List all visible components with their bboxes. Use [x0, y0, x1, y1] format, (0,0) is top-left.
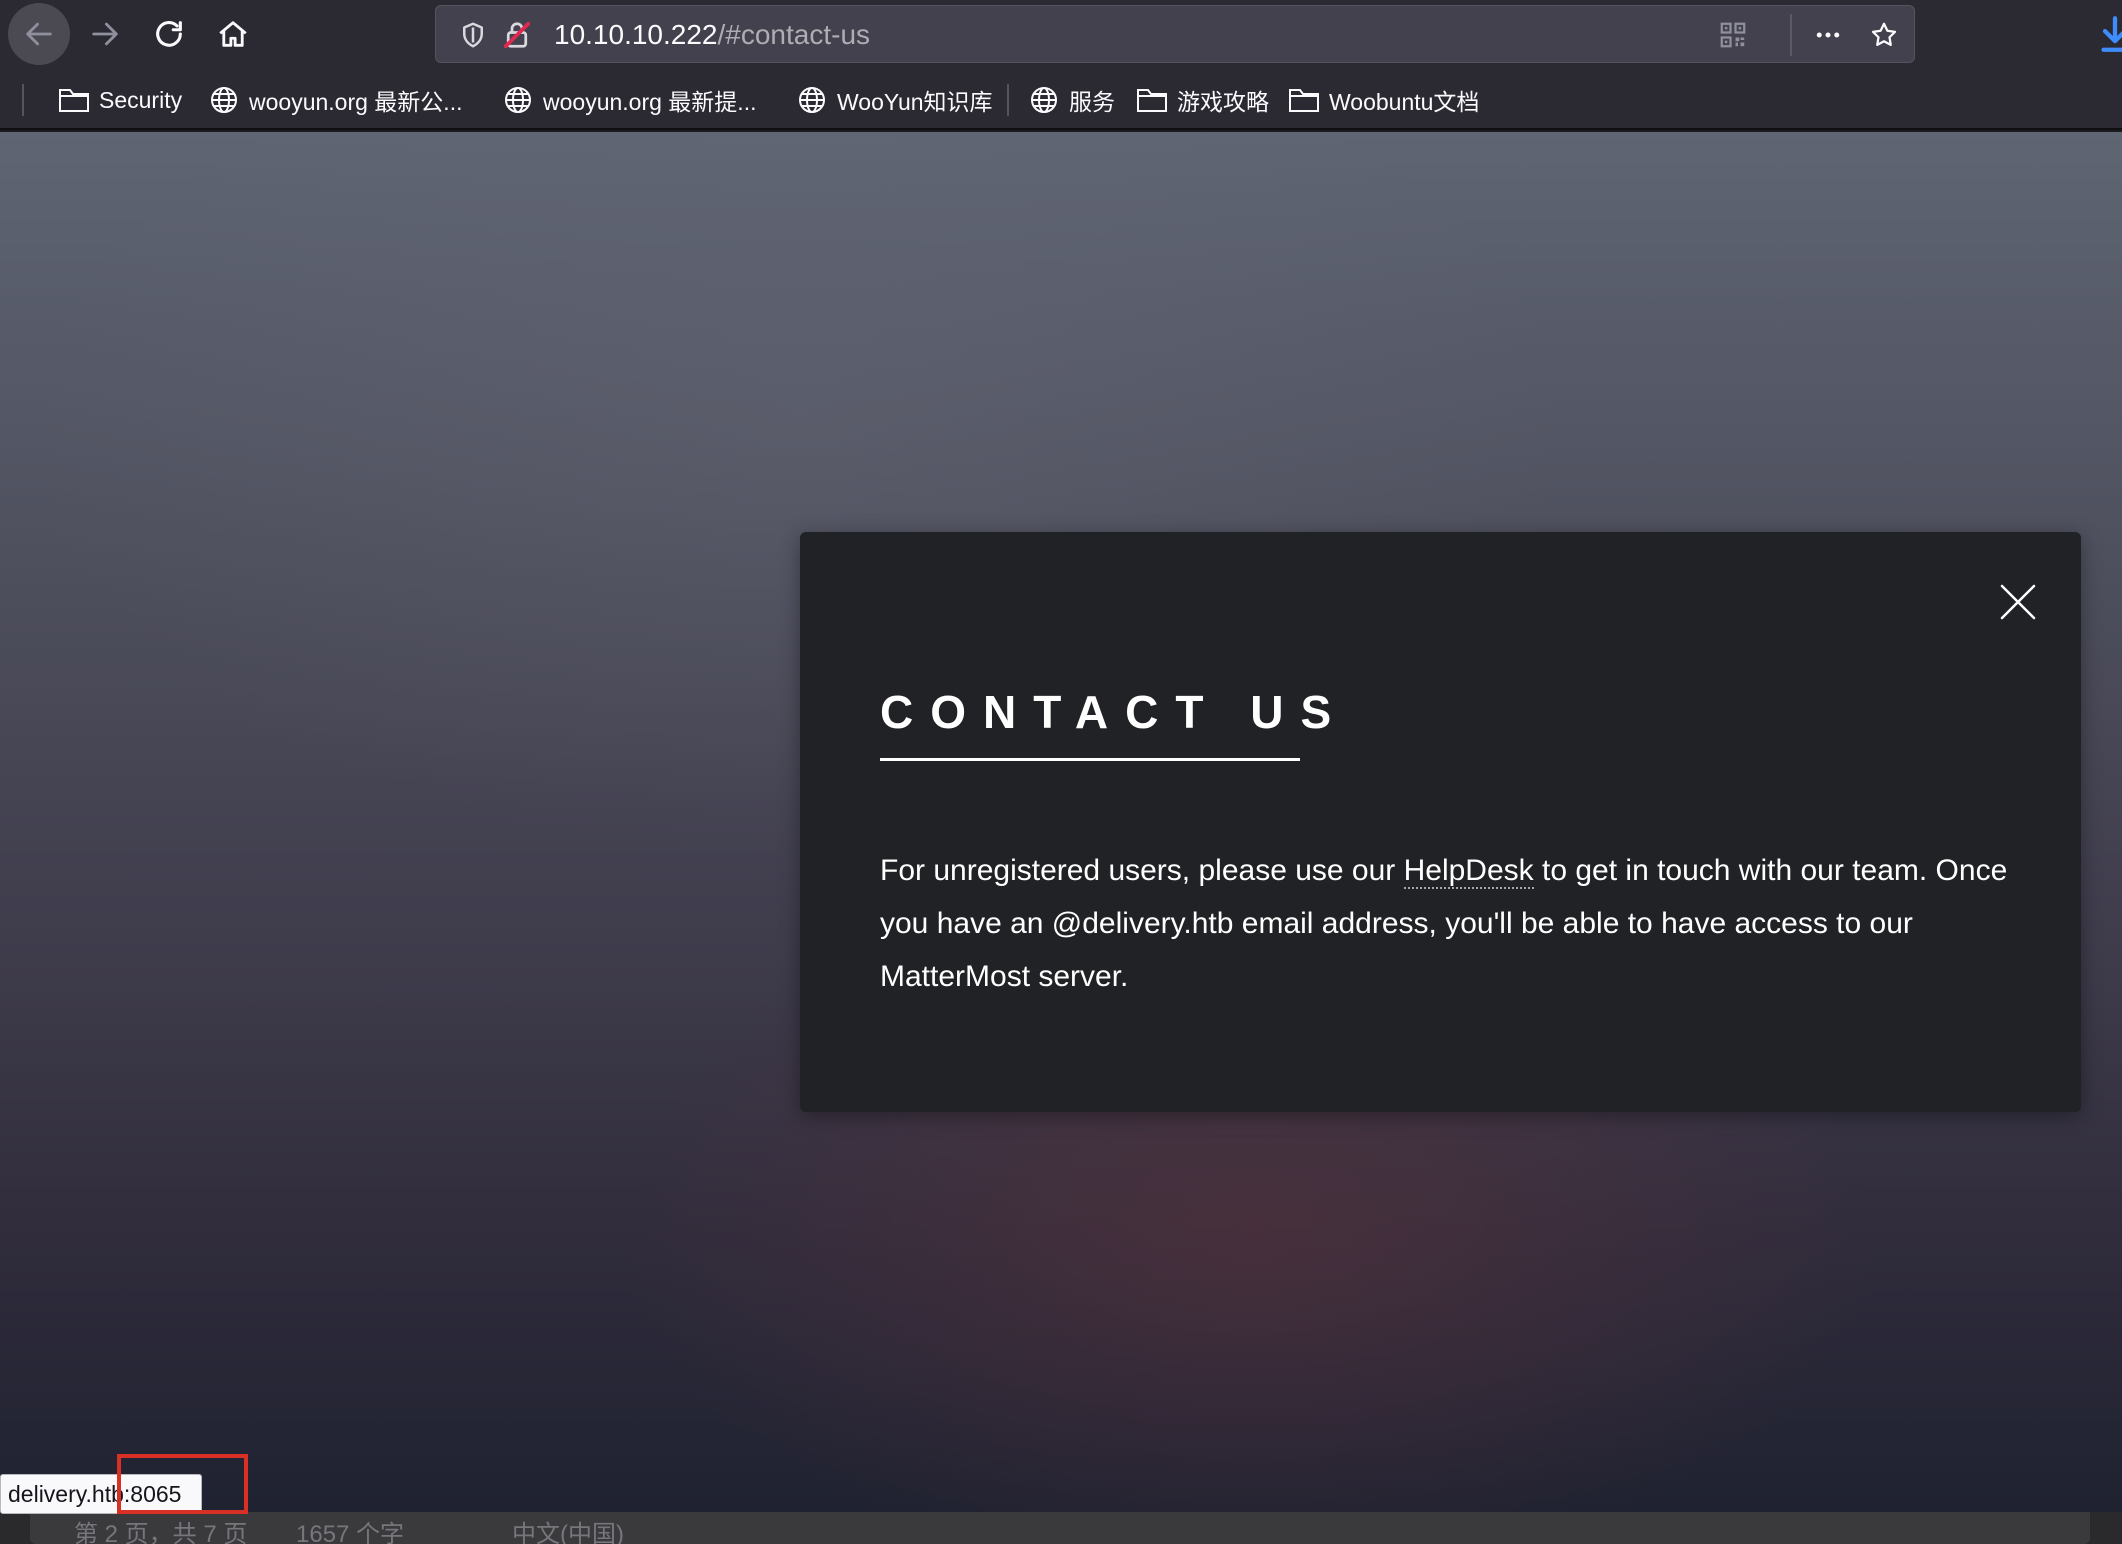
folder-icon	[1289, 89, 1319, 112]
star-icon	[1871, 22, 1897, 46]
back-button[interactable]	[8, 3, 70, 65]
bookmark-services[interactable]: 服务	[1028, 80, 1115, 120]
reload-button[interactable]	[138, 3, 200, 65]
forward-button[interactable]	[74, 3, 136, 65]
home-icon	[219, 21, 247, 47]
modal-body-text: For unregistered users, please use our H…	[880, 844, 2010, 1003]
bg-language: 中文(中国)	[512, 1521, 624, 1544]
bookmarks-separator	[22, 84, 24, 116]
bookmark-game-guides[interactable]: 游戏攻略	[1136, 80, 1269, 120]
bookmark-star-button[interactable]	[1866, 18, 1902, 52]
bookmark-woobuntu-docs[interactable]: Woobuntu文档	[1288, 80, 1479, 120]
qr-code-button[interactable]	[1715, 18, 1751, 52]
home-button[interactable]	[202, 3, 264, 65]
page-actions-button[interactable]	[1810, 18, 1846, 52]
globe-icon	[1031, 87, 1057, 113]
bookmark-label: WooYun知识库	[837, 89, 993, 115]
bookmarks-toolbar: Security wooyun.org 最新公... wooyun.org 最新…	[0, 70, 2122, 130]
bg-page-info: 第 2 页，共 7 页	[74, 1521, 248, 1544]
contact-us-modal: CONTACT US For unregistered users, pleas…	[800, 532, 2081, 1112]
helpdesk-link[interactable]: HelpDesk	[1403, 854, 1534, 889]
reload-icon	[156, 21, 182, 47]
bookmark-label: 服务	[1069, 89, 1115, 115]
bookmarks-separator	[1007, 84, 1009, 116]
page-viewport: CONTACT US For unregistered users, pleas…	[0, 132, 2122, 1512]
folder-icon	[59, 89, 89, 112]
url-path: /#contact-us	[717, 19, 871, 50]
connection-info-button[interactable]	[500, 18, 534, 52]
more-menu-icon	[1816, 32, 1840, 38]
qr-code-icon	[1720, 22, 1746, 48]
annotation-highlight-box	[117, 1454, 248, 1514]
browser-toolbar: 10.10.10.222/#contact-us	[0, 0, 2122, 70]
bookmark-label: wooyun.org 最新提...	[543, 89, 757, 115]
url-separator	[1790, 14, 1792, 56]
url-text[interactable]: 10.10.10.222/#contact-us	[554, 20, 870, 50]
bookmark-label: Security	[99, 86, 183, 113]
bookmark-label: Woobuntu文档	[1329, 89, 1480, 115]
modal-title: CONTACT US	[880, 686, 1349, 738]
tracking-protection-button[interactable]	[456, 18, 490, 52]
bookmark-wooyun-knowledge-base[interactable]: WooYun知识库	[796, 80, 993, 120]
shield-icon	[463, 22, 483, 48]
folder-icon	[1137, 89, 1167, 112]
close-icon	[2000, 584, 2036, 620]
bookmark-security[interactable]: Security	[58, 80, 182, 120]
bookmark-wooyun-latest-public[interactable]: wooyun.org 最新公...	[208, 80, 462, 120]
insecure-lock-icon	[503, 21, 531, 49]
bg-word-count: 1657 个字	[296, 1521, 405, 1544]
background-app-statusbar: 第 2 页，共 7 页 1657 个字 中文(中国)	[0, 1512, 2122, 1544]
bookmark-label: 游戏攻略	[1177, 89, 1269, 115]
url-host: 10.10.10.222	[554, 19, 718, 50]
address-bar[interactable]: 10.10.10.222/#contact-us	[435, 5, 1915, 63]
download-icon[interactable]	[2100, 14, 2122, 54]
title-underline	[880, 758, 1300, 761]
close-button[interactable]	[1990, 574, 2046, 630]
forward-arrow-icon	[92, 22, 118, 46]
bookmark-wooyun-latest-submitted[interactable]: wooyun.org 最新提...	[502, 80, 756, 120]
body-text-start: For unregistered users, please use our	[880, 854, 1404, 887]
back-arrow-icon	[26, 22, 52, 46]
globe-icon	[211, 87, 237, 113]
globe-icon	[799, 87, 825, 113]
globe-icon	[505, 87, 531, 113]
bookmark-label: wooyun.org 最新公...	[249, 89, 463, 115]
